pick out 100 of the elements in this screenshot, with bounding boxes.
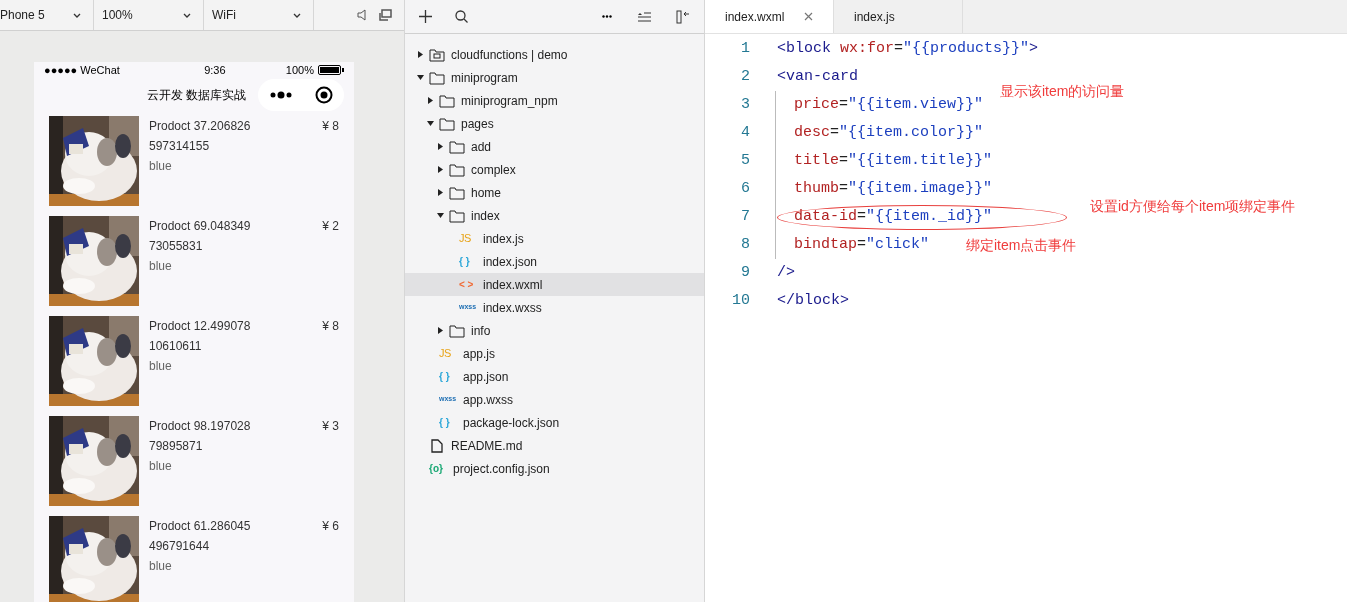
product-price: ¥ 2	[322, 217, 339, 235]
more-icon[interactable]	[602, 15, 612, 18]
js-file-icon: JS	[439, 345, 459, 362]
tree-item[interactable]: README.md	[405, 434, 704, 457]
tree-item[interactable]: < > index.wxml	[405, 273, 704, 296]
folder-icon	[429, 70, 445, 85]
tree-item[interactable]: miniprogram_npm	[405, 89, 704, 112]
file-name: complex	[471, 161, 516, 179]
file-name: app.json	[463, 368, 509, 386]
file-name: index.json	[483, 253, 538, 271]
product-title: Prodoct 12.49907810610611	[149, 317, 252, 355]
folder-icon	[449, 162, 465, 177]
file-name: package-lock.json	[463, 414, 560, 432]
tree-item[interactable]: miniprogram	[405, 66, 704, 89]
code-line: />	[777, 262, 795, 283]
file-name: app.wxss	[463, 391, 514, 409]
braces-icon: { }	[439, 415, 459, 430]
capsule-button[interactable]	[258, 78, 344, 111]
file-name: app.js	[463, 345, 496, 363]
code-line: <van-card	[777, 66, 858, 87]
search-icon[interactable]	[455, 10, 468, 23]
expanded-triangle-icon[interactable]	[437, 212, 444, 219]
tree-item[interactable]: JS index.js	[405, 227, 704, 250]
expanded-triangle-icon[interactable]	[417, 74, 424, 81]
speaker-icon[interactable]	[357, 9, 367, 21]
line-number: 7	[740, 206, 750, 227]
product-price: ¥ 8	[322, 117, 339, 135]
file-name: cloudfunctions | demo	[451, 46, 568, 64]
product-description: blue	[149, 257, 173, 275]
folder-icon	[439, 116, 455, 131]
line-number: 10	[731, 290, 750, 311]
tree-item[interactable]: pages	[405, 112, 704, 135]
panel-toggle-icon[interactable]	[676, 9, 690, 24]
product-price: ¥ 3	[322, 417, 339, 435]
annotation-text: 显示该item的访问量	[1000, 82, 1125, 101]
product-title: Prodoct 69.04834973055831	[149, 217, 252, 255]
collapsed-triangle-icon[interactable]	[437, 143, 444, 150]
battery-text: 100%	[285, 63, 314, 78]
tree-item[interactable]: info	[405, 319, 704, 342]
tab-label: index.wxml	[725, 8, 785, 26]
line-number: 3	[740, 94, 750, 115]
product-description: blue	[149, 157, 173, 175]
code-line: title="{{item.title}}"	[794, 150, 993, 171]
code-line: <block wx:for="{{products}}">	[777, 38, 1039, 59]
line-number: 6	[740, 178, 750, 199]
network-dropdown[interactable]: WiFi	[204, 0, 314, 30]
annotation-text: 绑定item点击事件	[966, 236, 1077, 255]
file-name: index.wxss	[483, 299, 542, 317]
braces-icon: { }	[439, 369, 459, 384]
tree-item[interactable]: { } app.json	[405, 365, 704, 388]
collapsed-triangle-icon[interactable]	[437, 189, 444, 196]
expanded-triangle-icon[interactable]	[427, 120, 434, 127]
window-icon[interactable]	[379, 9, 392, 21]
product-price: ¥ 6	[322, 517, 339, 535]
collapsed-triangle-icon[interactable]	[437, 327, 444, 334]
tree-item[interactable]: JS app.js	[405, 342, 704, 365]
editor-tab[interactable]: index.wxml	[705, 0, 834, 33]
braces-icon: { }	[459, 254, 479, 269]
tree-item[interactable]: complex	[405, 158, 704, 181]
caret-icon	[293, 12, 301, 18]
tree-item[interactable]: home	[405, 181, 704, 204]
close-icon[interactable]	[314, 85, 333, 104]
caret-icon	[183, 12, 191, 18]
collapsed-triangle-icon[interactable]	[427, 97, 434, 104]
file-name: info	[471, 322, 491, 340]
battery-icon	[318, 65, 344, 76]
file-name: index	[471, 207, 500, 225]
line-number: 8	[740, 234, 750, 255]
config-file-icon: {o}	[429, 461, 449, 476]
tree-item[interactable]: index	[405, 204, 704, 227]
page-title: 云开发 数据库实战	[146, 86, 246, 104]
more-icon[interactable]	[269, 90, 292, 99]
device-dropdown[interactable]: Phone 5	[0, 0, 94, 30]
line-number: 2	[740, 66, 750, 87]
collapsed-triangle-icon[interactable]	[417, 51, 424, 58]
folder-icon	[449, 139, 465, 154]
cloud-folder-icon	[429, 47, 445, 62]
angle-brackets-icon: < >	[459, 277, 479, 292]
product-title: Prodoct 61.286045496791644	[149, 517, 252, 555]
collapse-icon[interactable]	[638, 11, 651, 22]
line-number: 9	[740, 262, 750, 283]
product-title: Prodoct 98.19702879895871	[149, 417, 252, 455]
folder-icon	[449, 185, 465, 200]
file-name: pages	[461, 115, 494, 133]
code-line: data-id="{{item._id}}"	[794, 206, 993, 227]
clock-text: 9:36	[204, 63, 226, 78]
tree-item[interactable]: {o} project.config.json	[405, 457, 704, 480]
product-title: Prodoct 37.206826597314155	[149, 117, 252, 155]
file-name: miniprogram	[451, 69, 518, 87]
zoom-dropdown[interactable]: 100%	[94, 0, 204, 30]
tree-item[interactable]: { } package-lock.json	[405, 411, 704, 434]
folder-icon	[449, 208, 465, 223]
add-icon[interactable]	[419, 10, 432, 23]
tree-item[interactable]: cloudfunctions | demo	[405, 43, 704, 66]
product-description: blue	[149, 357, 173, 375]
tree-item[interactable]: { } index.json	[405, 250, 704, 273]
tab-label: index.js	[854, 8, 895, 26]
collapsed-triangle-icon[interactable]	[437, 166, 444, 173]
tree-item[interactable]: add	[405, 135, 704, 158]
file-name: miniprogram_npm	[461, 92, 558, 110]
